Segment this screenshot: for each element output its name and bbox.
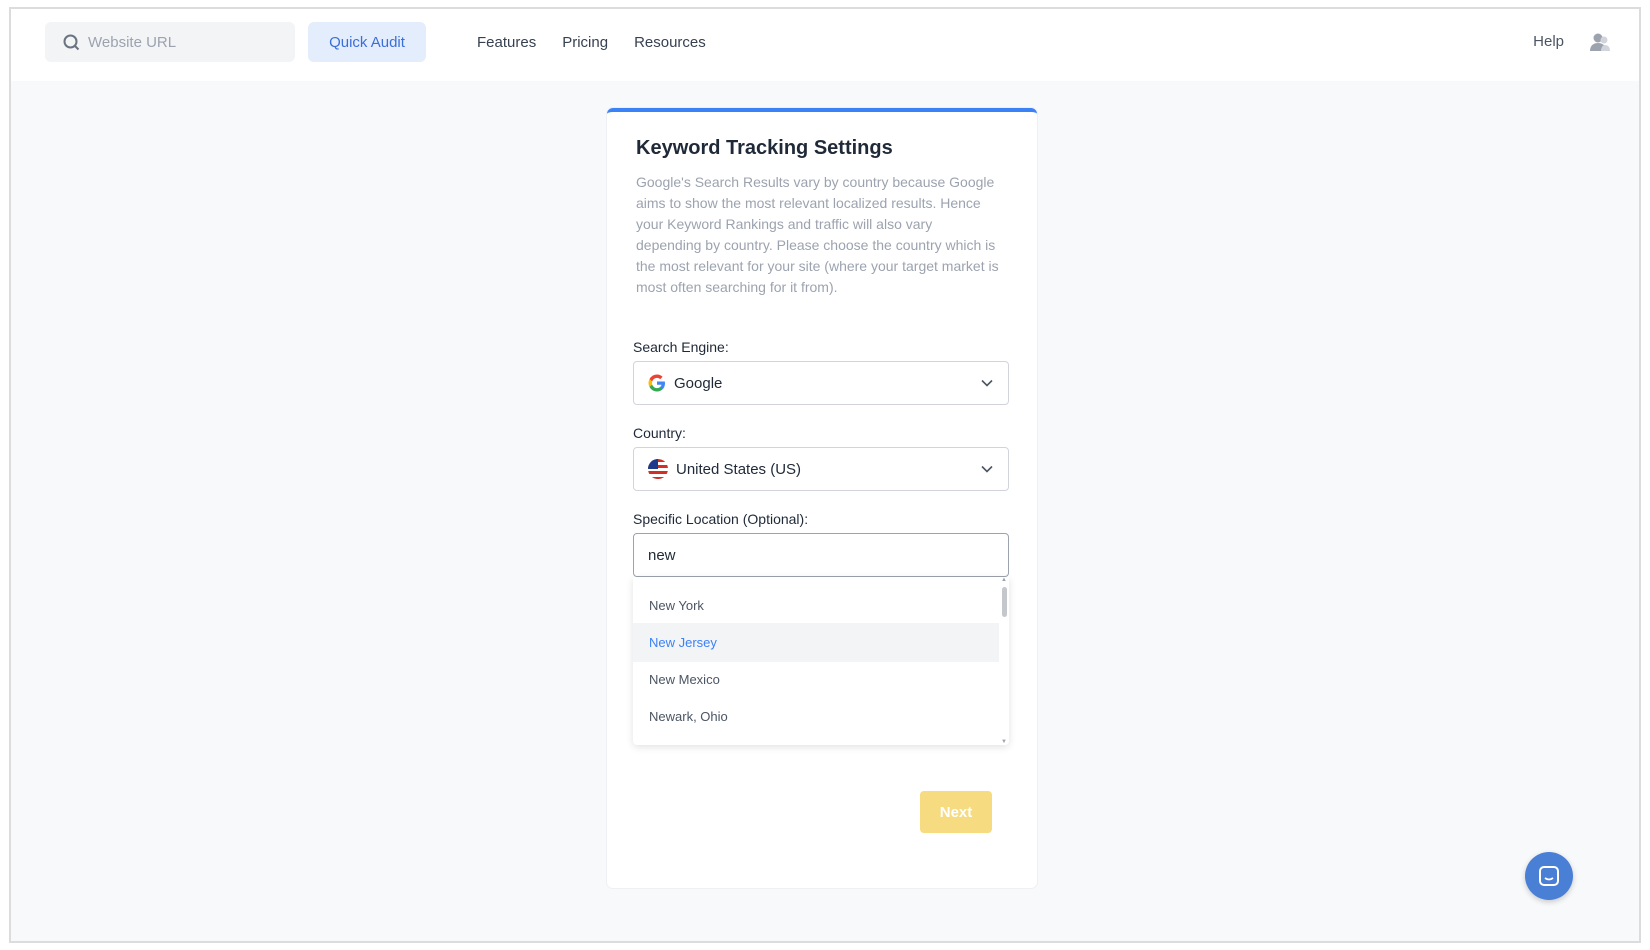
specific-location-input[interactable] bbox=[633, 533, 1009, 577]
next-button[interactable]: Next bbox=[920, 791, 992, 833]
suggestion-item[interactable]: New York bbox=[633, 586, 999, 625]
top-navigation-bar: Quick Audit Features Pricing Resources H… bbox=[11, 9, 1639, 81]
suggestion-item[interactable]: New Mexico bbox=[633, 660, 999, 699]
location-suggestions-dropdown: New York New Jersey New Mexico Newark, O… bbox=[633, 577, 1009, 745]
search-icon bbox=[63, 34, 80, 50]
app-frame: Quick Audit Features Pricing Resources H… bbox=[9, 7, 1641, 943]
nav-features[interactable]: Features bbox=[477, 34, 536, 51]
card-description: Google's Search Results vary by country … bbox=[636, 174, 999, 295]
quick-audit-button[interactable]: Quick Audit bbox=[308, 22, 426, 62]
search-engine-value: Google bbox=[674, 374, 723, 392]
google-logo-icon bbox=[648, 374, 665, 392]
suggestion-item[interactable]: Newark, Ohio bbox=[633, 697, 999, 736]
scroll-down-arrow-icon[interactable]: ▼ bbox=[1001, 739, 1007, 745]
user-account-icon[interactable] bbox=[1589, 31, 1611, 53]
nav-resources[interactable]: Resources bbox=[634, 34, 706, 51]
card-title: Keyword Tracking Settings bbox=[636, 137, 893, 159]
us-flag-icon bbox=[648, 459, 668, 479]
chevron-down-icon bbox=[981, 379, 993, 387]
specific-location-label: Specific Location (Optional): bbox=[633, 511, 809, 527]
main-nav: Features Pricing Resources bbox=[477, 9, 706, 75]
keyword-tracking-settings-card: Keyword Tracking Settings Google's Searc… bbox=[607, 108, 1037, 888]
chevron-down-icon bbox=[981, 465, 993, 473]
chat-support-button[interactable] bbox=[1525, 852, 1573, 900]
help-link[interactable]: Help bbox=[1533, 33, 1564, 50]
dropdown-scrollbar[interactable]: ▲ ▼ bbox=[999, 577, 1009, 745]
website-url-search[interactable] bbox=[45, 22, 295, 62]
scrollbar-thumb[interactable] bbox=[1002, 587, 1007, 617]
nav-pricing[interactable]: Pricing bbox=[562, 34, 608, 51]
country-select[interactable]: United States (US) bbox=[633, 447, 1009, 491]
country-label: Country: bbox=[633, 425, 686, 441]
scroll-up-arrow-icon[interactable]: ▲ bbox=[1001, 577, 1007, 583]
search-engine-select[interactable]: Google bbox=[633, 361, 1009, 405]
website-url-input[interactable] bbox=[88, 33, 278, 51]
search-engine-label: Search Engine: bbox=[633, 339, 729, 355]
chat-icon bbox=[1539, 866, 1559, 886]
country-value: United States (US) bbox=[676, 460, 802, 478]
suggestion-item[interactable]: New Jersey bbox=[633, 623, 999, 662]
